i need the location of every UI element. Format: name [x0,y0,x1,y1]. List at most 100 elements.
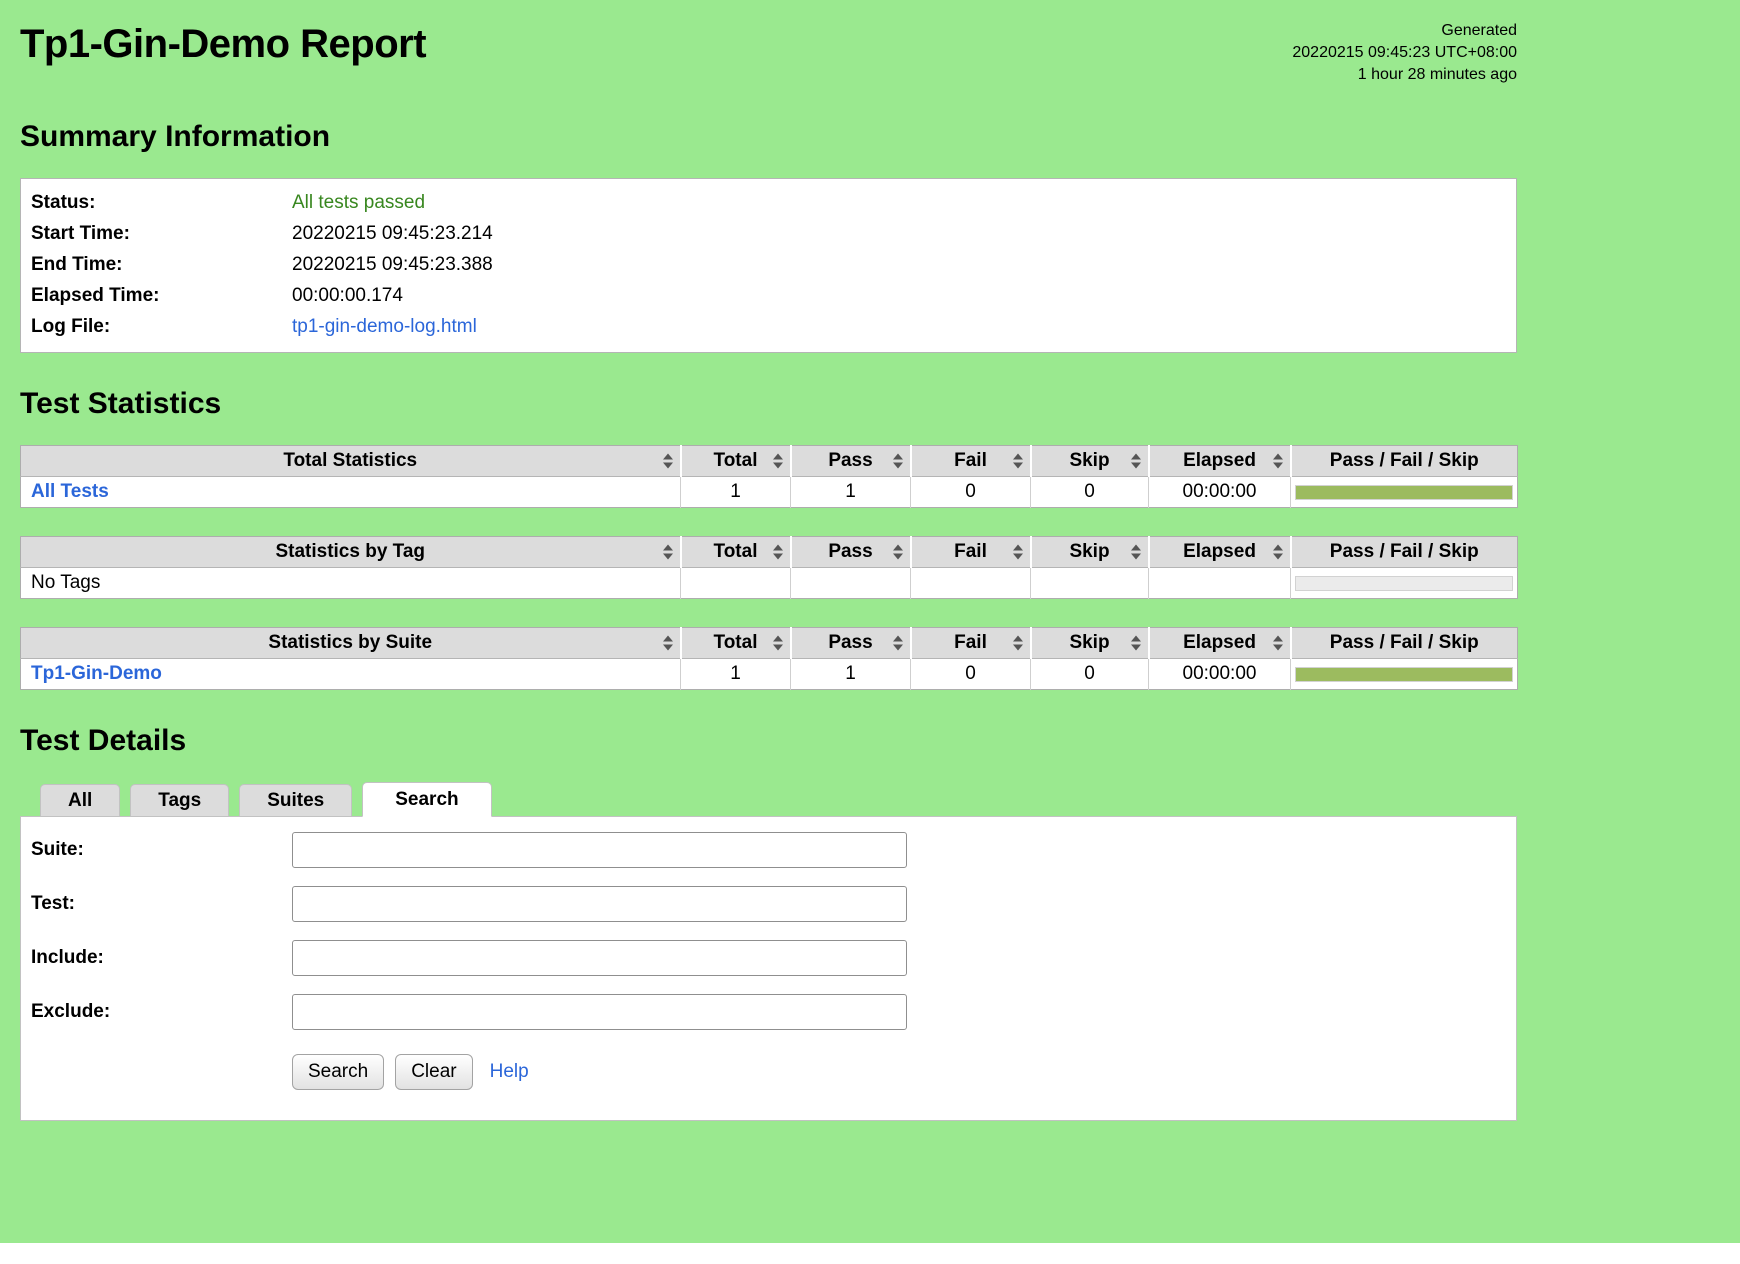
column-title: Elapsed [1183,541,1256,562]
generated-time: 20220215 09:45:23 UTC+08:00 [1292,42,1517,64]
total-statistics-table: Total Statistics Total Pass Fail Skip [20,445,1518,508]
sort-icon[interactable] [773,454,783,469]
column-title: Pass / Fail / Skip [1330,541,1479,562]
total-count: 1 [681,477,791,508]
total-count: 1 [681,659,791,690]
elapsed-time-value: 00:00:00.174 [292,280,403,311]
include-input[interactable] [292,940,907,976]
pass-fail-skip-bar [1295,576,1513,591]
header-elapsed[interactable]: Elapsed [1149,628,1291,659]
end-time-label: End Time: [21,249,292,280]
pass-count [791,568,911,599]
header-total[interactable]: Total [681,537,791,568]
sort-icon[interactable] [1131,636,1141,651]
sort-icon[interactable] [1131,454,1141,469]
sort-icon[interactable] [1013,636,1023,651]
summary-row-log-file: Log File: tp1-gin-demo-log.html [21,311,1516,342]
sort-icon[interactable] [773,545,783,560]
column-title: Pass [828,632,872,653]
pass-count: 1 [791,659,911,690]
test-field-row: Test: [31,886,1506,922]
tab-search[interactable]: Search [362,782,491,817]
column-title: Total Statistics [283,450,417,471]
suite-link[interactable]: Tp1-Gin-Demo [31,663,162,684]
header-pass[interactable]: Pass [791,628,911,659]
sort-icon[interactable] [1273,545,1283,560]
sort-icon[interactable] [893,545,903,560]
include-field-row: Include: [31,940,1506,976]
header-fail[interactable]: Fail [911,446,1031,477]
column-title: Elapsed [1183,450,1256,471]
page-title: Tp1-Gin-Demo Report [20,16,426,67]
column-title: Statistics by Tag [275,541,425,562]
header-total-statistics[interactable]: Total Statistics [21,446,681,477]
report-header: Tp1-Gin-Demo Report Generated 20220215 0… [20,16,1517,86]
header-elapsed[interactable]: Elapsed [1149,446,1291,477]
exclude-field-label: Exclude: [31,1001,292,1023]
suite-field-row: Suite: [31,832,1506,868]
tab-tags[interactable]: Tags [130,784,229,816]
sort-icon[interactable] [893,636,903,651]
clear-button[interactable]: Clear [395,1054,472,1090]
sort-icon[interactable] [663,545,673,560]
header-pass[interactable]: Pass [791,537,911,568]
start-time-value: 20220215 09:45:23.214 [292,218,493,249]
include-field-label: Include: [31,947,292,969]
summary-row-start-time: Start Time: 20220215 09:45:23.214 [21,218,1516,249]
generated-label: Generated [1292,20,1517,42]
suite-field-label: Suite: [31,839,292,861]
elapsed-time-label: Elapsed Time: [21,280,292,311]
total-count [681,568,791,599]
all-tests-link[interactable]: All Tests [31,481,109,502]
column-title: Skip [1069,632,1109,653]
header-pass-fail-skip[interactable]: Pass / Fail / Skip [1291,537,1518,568]
header-pass-fail-skip[interactable]: Pass / Fail / Skip [1291,446,1518,477]
start-time-label: Start Time: [21,218,292,249]
sort-icon[interactable] [1131,545,1141,560]
header-total[interactable]: Total [681,628,791,659]
fail-count: 0 [911,477,1031,508]
header-skip[interactable]: Skip [1031,628,1149,659]
column-title: Skip [1069,541,1109,562]
log-file-link[interactable]: tp1-gin-demo-log.html [292,316,477,337]
sort-icon[interactable] [1013,454,1023,469]
header-statistics-by-suite[interactable]: Statistics by Suite [21,628,681,659]
header-elapsed[interactable]: Elapsed [1149,537,1291,568]
sort-icon[interactable] [1273,454,1283,469]
help-link[interactable]: Help [490,1061,529,1083]
header-fail[interactable]: Fail [911,537,1031,568]
skip-count: 0 [1031,659,1149,690]
elapsed-value [1149,568,1291,599]
tab-all[interactable]: All [40,784,120,816]
summary-row-end-time: End Time: 20220215 09:45:23.388 [21,249,1516,280]
sort-icon[interactable] [1013,545,1023,560]
statistics-heading: Test Statistics [20,387,1517,421]
summary-heading: Summary Information [20,120,1517,154]
header-pass-fail-skip[interactable]: Pass / Fail / Skip [1291,628,1518,659]
sort-icon[interactable] [663,454,673,469]
test-input[interactable] [292,886,907,922]
elapsed-value: 00:00:00 [1149,477,1291,508]
status-value: All tests passed [292,187,425,218]
exclude-field-row: Exclude: [31,994,1506,1030]
search-button[interactable]: Search [292,1054,384,1090]
tab-suites[interactable]: Suites [239,784,352,816]
exclude-input[interactable] [292,994,907,1030]
header-skip[interactable]: Skip [1031,446,1149,477]
no-tags-label: No Tags [21,568,681,599]
column-title: Total [714,450,758,471]
column-title: Fail [954,632,987,653]
header-statistics-by-tag[interactable]: Statistics by Tag [21,537,681,568]
header-total[interactable]: Total [681,446,791,477]
sort-icon[interactable] [663,636,673,651]
suite-input[interactable] [292,832,907,868]
header-fail[interactable]: Fail [911,628,1031,659]
pass-bar-fill [1296,668,1512,681]
sort-icon[interactable] [1273,636,1283,651]
header-pass[interactable]: Pass [791,446,911,477]
column-title: Statistics by Suite [268,632,432,653]
table-row: All Tests 1 1 0 0 00:00:00 [21,477,1518,508]
sort-icon[interactable] [773,636,783,651]
sort-icon[interactable] [893,454,903,469]
header-skip[interactable]: Skip [1031,537,1149,568]
